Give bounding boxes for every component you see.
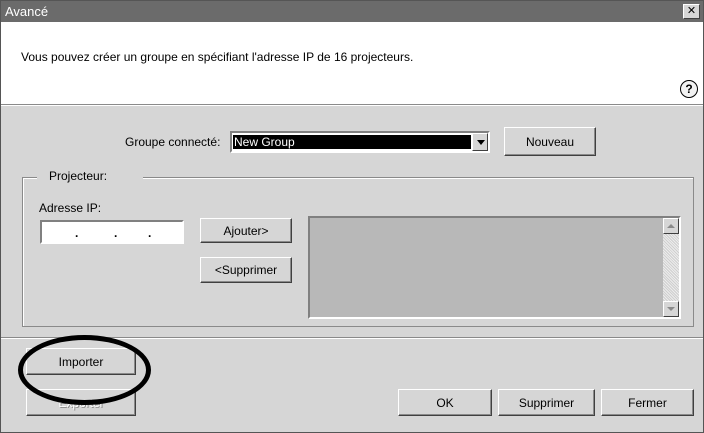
ip-address-label: Adresse IP: (39, 201, 102, 215)
projector-list[interactable] (308, 216, 681, 319)
chevron-down-icon[interactable] (472, 133, 488, 151)
ip-address-field[interactable]: . . . (40, 220, 184, 244)
help-icon[interactable]: ? (680, 80, 698, 98)
delete-button[interactable]: Supprimer (498, 389, 595, 416)
close-icon[interactable]: ✕ (683, 4, 700, 19)
ip-separator: . (148, 226, 152, 240)
info-panel: Vous pouvez créer un groupe en spécifian… (1, 22, 703, 104)
ip-separator: . (75, 226, 79, 240)
info-message: Vous pouvez créer un groupe en spécifian… (21, 50, 414, 64)
group-select[interactable]: New Group (230, 131, 490, 153)
annotation-circle (18, 335, 151, 405)
remove-button[interactable]: <Supprimer (200, 257, 292, 283)
new-group-button[interactable]: Nouveau (504, 127, 596, 156)
advanced-dialog: Avancé ✕ Vous pouvez créer un groupe en … (0, 0, 704, 433)
close-button[interactable]: Fermer (601, 389, 694, 416)
group-label: Groupe connecté: (125, 135, 221, 149)
ip-separator: . (114, 226, 118, 240)
add-button[interactable]: Ajouter> (200, 218, 292, 243)
ok-button[interactable]: OK (398, 389, 492, 416)
group-select-value: New Group (233, 135, 471, 149)
scroll-down-icon[interactable] (663, 301, 679, 317)
window-title: Avancé (5, 4, 49, 19)
title-bar[interactable]: Avancé ✕ (1, 1, 703, 22)
scroll-up-icon[interactable] (663, 218, 679, 234)
list-scrollbar[interactable] (663, 218, 679, 317)
projector-legend: Projecteur: (37, 169, 144, 183)
header-divider (1, 104, 703, 106)
